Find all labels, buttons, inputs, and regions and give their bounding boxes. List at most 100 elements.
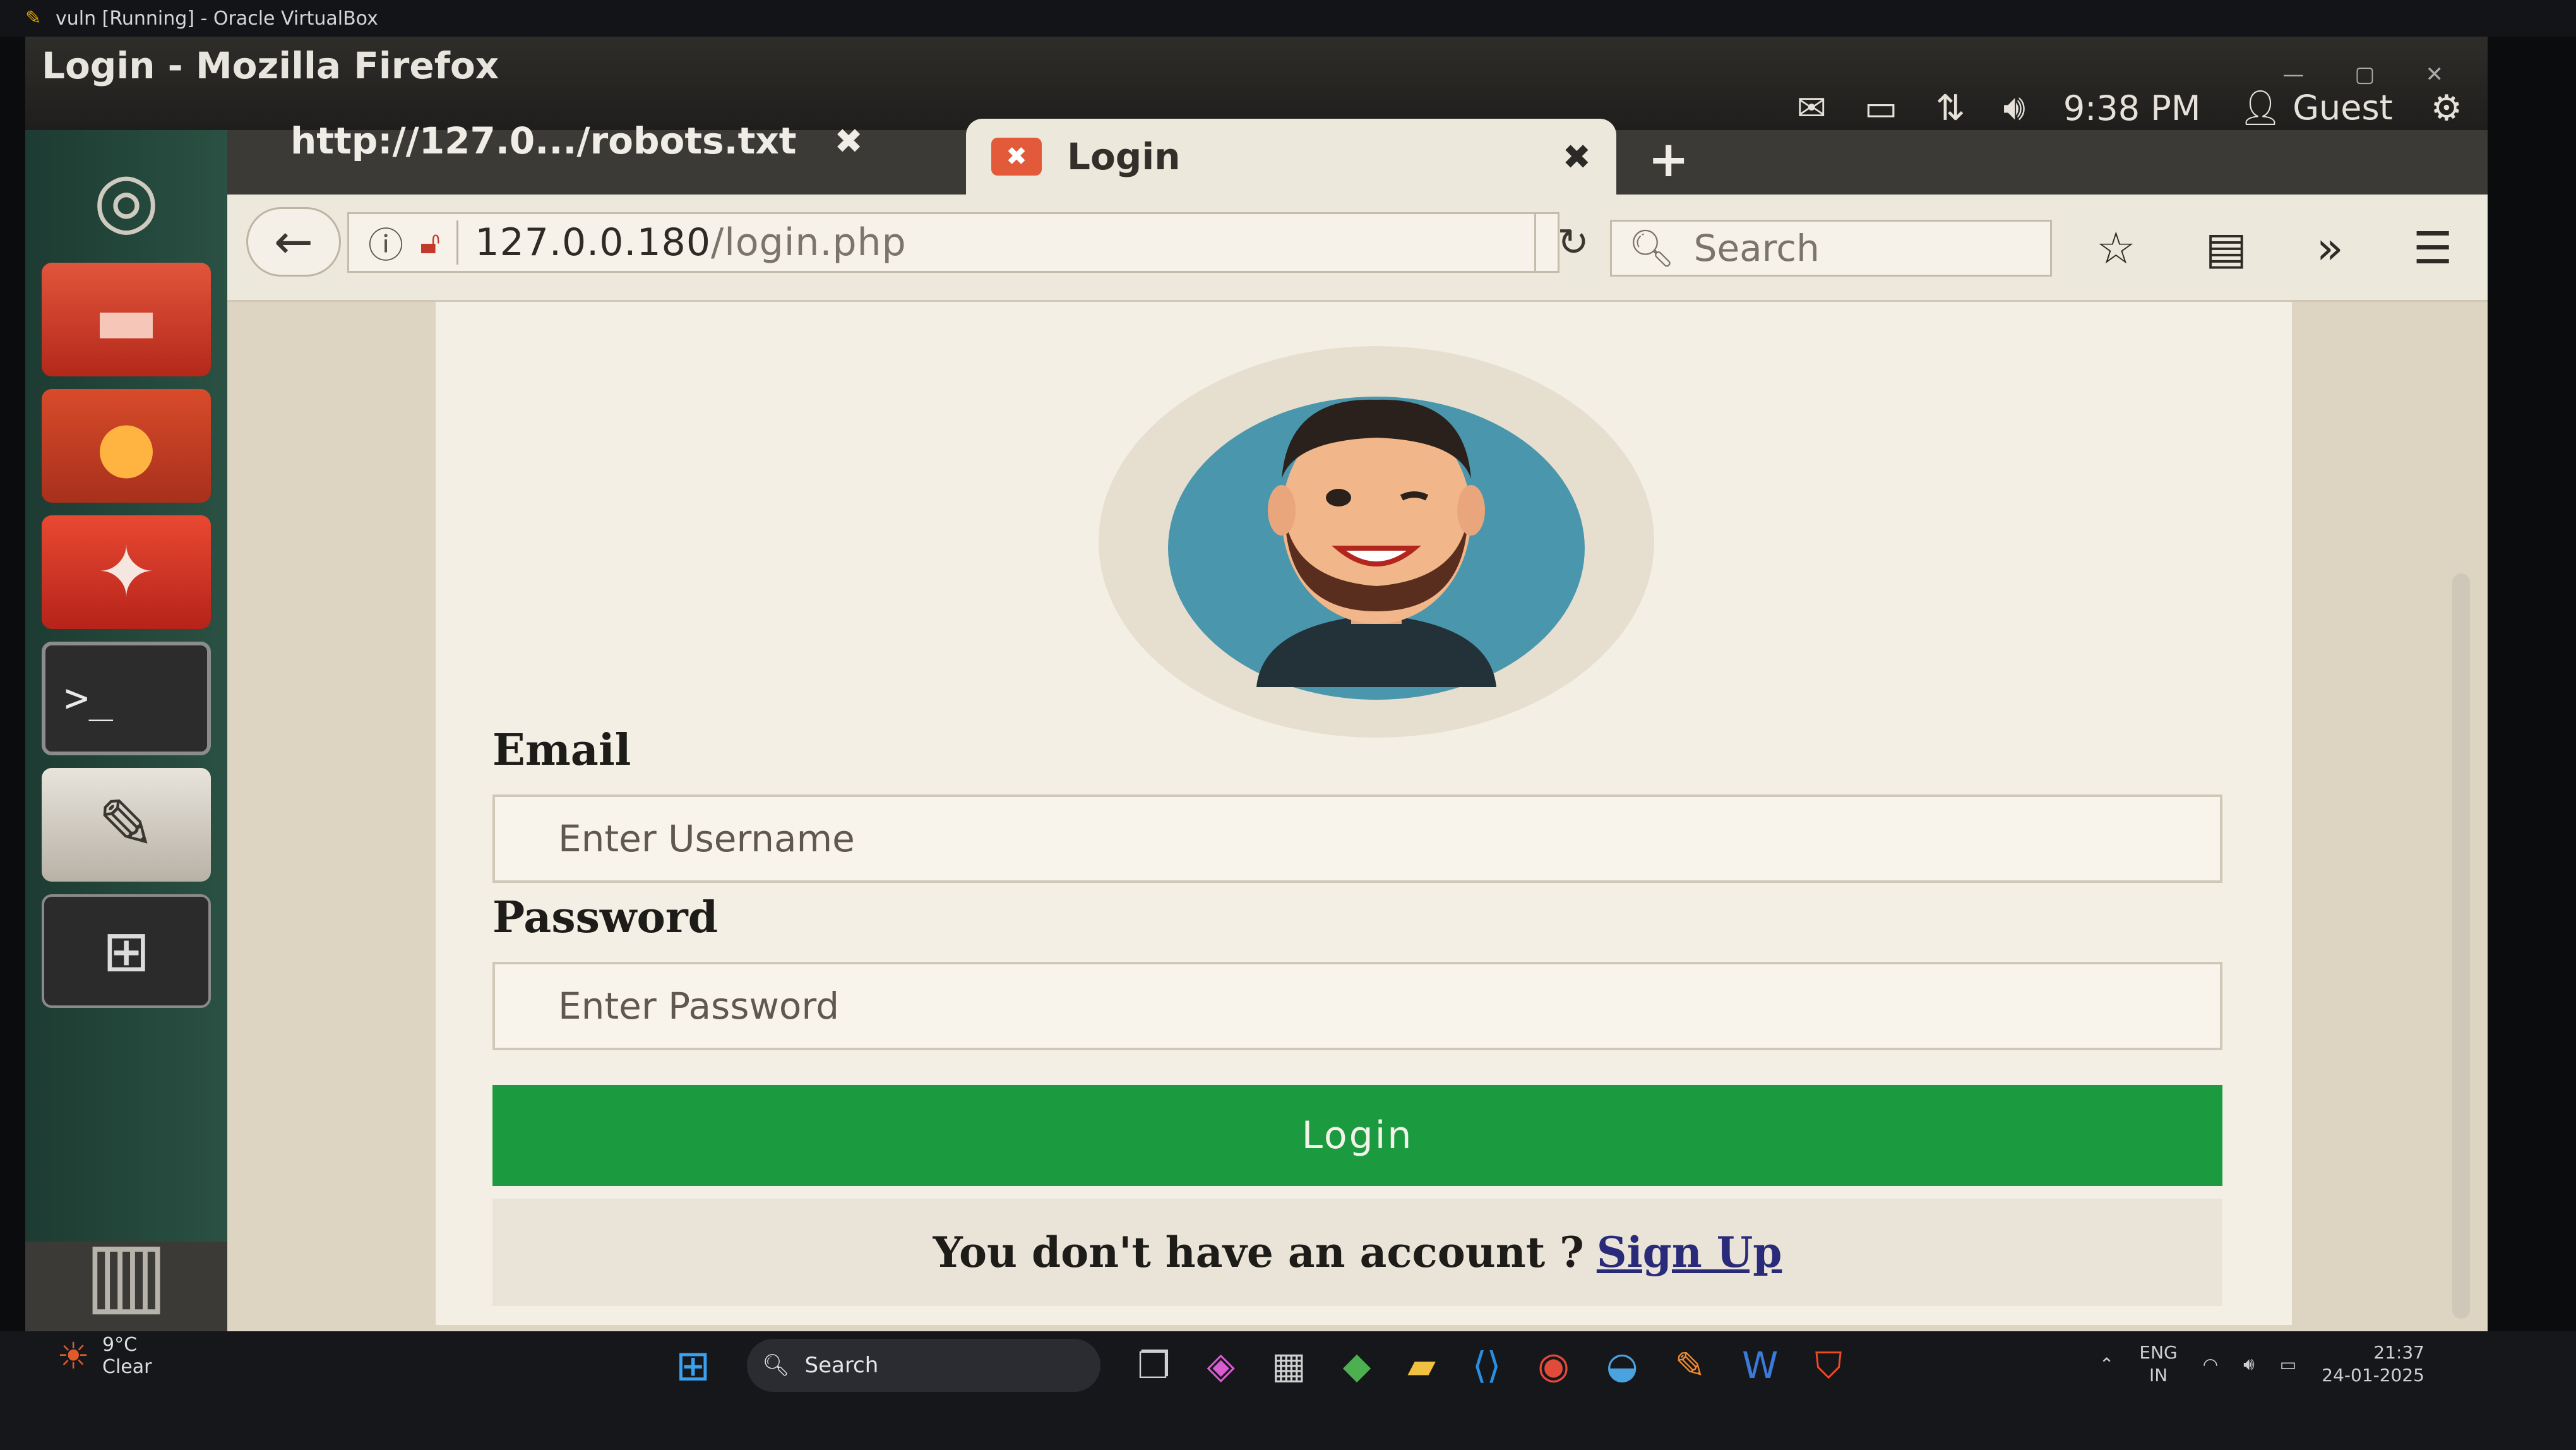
minecraft-icon[interactable]: ◆ bbox=[1343, 1344, 1371, 1387]
virtualbox-icon: ✎ bbox=[25, 7, 42, 29]
info-icon[interactable]: ⓘ bbox=[368, 217, 403, 268]
files-icon[interactable]: ▬ bbox=[42, 263, 211, 376]
system-tray: ✉ ▭ ⇅ 🔊︎ 9:38 PM 👤︎ Guest ⚙ bbox=[1797, 87, 2462, 129]
taskbar-apps: ⊞ 🔍︎ Search ❐ ◈ ▦ ◆ ▰ ⟨⟩ ◉ ◒ ✎ W ⛉ bbox=[676, 1339, 1842, 1392]
chevron-up-icon[interactable]: ⌃ bbox=[2099, 1354, 2114, 1375]
tab-close-icon[interactable]: ✖ bbox=[1563, 137, 1591, 177]
lang-top: ENG bbox=[2139, 1342, 2178, 1363]
back-arrow-icon: ← bbox=[273, 215, 313, 269]
email-label: Email bbox=[492, 725, 631, 776]
clock-date: 24-01-2025 bbox=[2322, 1365, 2424, 1386]
signup-prompt: You don't have an account ? bbox=[933, 1228, 1584, 1277]
page-viewport: Email Password Login You don't have an a… bbox=[227, 302, 2488, 1331]
maximize-icon[interactable]: ▢ bbox=[2354, 62, 2375, 87]
wifi-icon[interactable]: ◠ bbox=[2203, 1354, 2218, 1375]
signup-link[interactable]: Sign Up bbox=[1597, 1228, 1782, 1277]
taskbar-tray: ⌃ ENG IN ◠ 🔊︎ ▭ 21:37 24-01-2025 bbox=[2099, 1341, 2424, 1387]
terminal-icon[interactable]: >_ bbox=[42, 642, 211, 755]
search-icon: 🔍︎ bbox=[1628, 226, 1675, 270]
tab-robots[interactable]: http://127.0.../robots.txt ✖ bbox=[290, 106, 972, 176]
weather-widget[interactable]: ☀ 9°C Clear bbox=[57, 1334, 152, 1378]
text-editor-icon[interactable]: ✎ bbox=[42, 768, 211, 882]
word-icon[interactable]: W bbox=[1742, 1344, 1778, 1387]
battery-icon[interactable]: ▭ bbox=[1864, 88, 1898, 129]
url-host: 127.0.0.180 bbox=[475, 220, 712, 265]
taskbar-search-label: Search bbox=[804, 1353, 879, 1378]
close-icon[interactable]: ✕ bbox=[2426, 62, 2444, 87]
docker-icon[interactable]: ◒ bbox=[1606, 1344, 1638, 1387]
virtualbox-title-bar: ✎ vuln [Running] - Oracle VirtualBox bbox=[0, 0, 2576, 37]
minimize-icon[interactable]: — bbox=[2282, 62, 2304, 87]
reload-icon: ↻ bbox=[1557, 220, 1589, 265]
copilot-icon[interactable]: ◈ bbox=[1207, 1344, 1235, 1387]
window-title: Login - Mozilla Firefox bbox=[42, 44, 499, 87]
virtualbox-taskbar-icon[interactable]: ✎ bbox=[1674, 1344, 1705, 1387]
navigation-toolbar: ← ⓘ 🔓︎ 127.0.0.180/login.php ↻ 🔍︎ Search… bbox=[227, 195, 2488, 302]
password-field[interactable] bbox=[492, 962, 2222, 1050]
new-tab-button[interactable]: + bbox=[1648, 131, 1689, 188]
weather-desc: Clear bbox=[102, 1356, 152, 1378]
store-icon[interactable]: ▦ bbox=[1272, 1344, 1306, 1387]
reload-button[interactable]: ↻ bbox=[1534, 212, 1610, 273]
brave-icon[interactable]: ⛉ bbox=[1815, 1344, 1842, 1387]
bookmark-star-icon[interactable]: ☆ bbox=[2096, 222, 2136, 274]
weather-icon: ☀ bbox=[57, 1334, 90, 1377]
url-bar[interactable]: ⓘ 🔓︎ 127.0.0.180/login.php bbox=[347, 212, 1559, 273]
system-settings-icon[interactable]: ✦ bbox=[42, 515, 211, 629]
user-name: Guest bbox=[2293, 88, 2393, 128]
network-icon[interactable]: ⇅ bbox=[1936, 88, 1965, 129]
url-separator bbox=[456, 220, 459, 265]
chrome-icon[interactable]: ◉ bbox=[1537, 1344, 1570, 1387]
login-button[interactable]: Login bbox=[492, 1085, 2222, 1186]
clock[interactable]: 9:38 PM bbox=[2063, 88, 2201, 128]
tab-label: Login bbox=[1067, 135, 1181, 178]
tab-close-icon[interactable]: ✖ bbox=[835, 121, 863, 161]
user-menu[interactable]: 👤︎ Guest bbox=[2238, 88, 2392, 128]
avatar-illustration bbox=[1168, 397, 1585, 700]
workspace-switcher-icon[interactable]: ⊞ bbox=[42, 894, 211, 1008]
weather-temp: 9°C bbox=[102, 1334, 138, 1356]
clock-time: 21:37 bbox=[2373, 1342, 2424, 1363]
url-text: 127.0.0.180/login.php bbox=[475, 220, 906, 265]
battery-tray-icon[interactable]: ▭ bbox=[2280, 1354, 2296, 1375]
power-gear-icon[interactable]: ⚙ bbox=[2431, 88, 2462, 129]
file-explorer-icon[interactable]: ▰ bbox=[1407, 1344, 1436, 1387]
ubuntu-launcher: ◎ ▬ ● ✦ >_ ✎ ⊞ ▥ bbox=[25, 130, 227, 1325]
task-view-icon[interactable]: ❐ bbox=[1137, 1344, 1170, 1387]
virtualbox-title: vuln [Running] - Oracle VirtualBox bbox=[56, 7, 378, 30]
vscode-icon[interactable]: ⟨⟩ bbox=[1472, 1344, 1501, 1387]
favicon-icon: ✖ bbox=[991, 138, 1042, 176]
reader-view-icon[interactable]: ▤ bbox=[2205, 222, 2247, 274]
speaker-icon[interactable]: 🔊︎ bbox=[2243, 1353, 2255, 1375]
trash-icon[interactable]: ▥ bbox=[42, 1216, 211, 1330]
lang-bottom: IN bbox=[2149, 1365, 2168, 1386]
page-scrollbar[interactable] bbox=[2452, 573, 2470, 1319]
guest-desktop: Login - Mozilla Firefox — ▢ ✕ ✉ ▭ ⇅ 🔊︎ 9… bbox=[25, 37, 2488, 1331]
overflow-chevron-icon[interactable]: » bbox=[2317, 222, 2344, 274]
login-card: Email Password Login You don't have an a… bbox=[436, 302, 2292, 1325]
password-label: Password bbox=[492, 892, 719, 943]
user-icon: 👤︎ bbox=[2238, 88, 2282, 128]
email-field[interactable] bbox=[492, 794, 2222, 883]
toolbar-icons: ☆ ▤ » ☰ bbox=[2096, 222, 2453, 274]
volume-icon[interactable]: 🔊︎ bbox=[2003, 87, 2025, 129]
window-controls: — ▢ ✕ bbox=[2282, 62, 2443, 87]
hamburger-menu-icon[interactable]: ☰ bbox=[2413, 222, 2453, 274]
taskbar-clock[interactable]: 21:37 24-01-2025 bbox=[2322, 1341, 2424, 1387]
url-path: /login.php bbox=[711, 220, 907, 265]
signup-prompt-row: You don't have an account ? Sign Up bbox=[492, 1199, 2222, 1306]
search-bar[interactable]: 🔍︎ Search bbox=[1610, 220, 2052, 277]
firefox-icon[interactable]: ● bbox=[42, 389, 211, 503]
back-button[interactable]: ← bbox=[246, 207, 341, 277]
taskbar-search[interactable]: 🔍︎ Search bbox=[747, 1339, 1101, 1392]
search-icon: 🔍︎ bbox=[762, 1353, 790, 1378]
search-placeholder: Search bbox=[1693, 227, 1820, 270]
windows-start-icon[interactable]: ⊞ bbox=[676, 1341, 710, 1390]
tab-login[interactable]: ✖ Login ✖ bbox=[966, 119, 1616, 195]
avatar bbox=[1099, 346, 1654, 738]
ubuntu-home-icon[interactable]: ◎ bbox=[42, 143, 211, 256]
mail-icon[interactable]: ✉ bbox=[1797, 88, 1827, 129]
tab-label: http://127.0.../robots.txt bbox=[290, 119, 797, 162]
language-indicator[interactable]: ENG IN bbox=[2139, 1341, 2177, 1387]
insecure-lock-icon[interactable]: 🔓︎ bbox=[420, 224, 440, 261]
